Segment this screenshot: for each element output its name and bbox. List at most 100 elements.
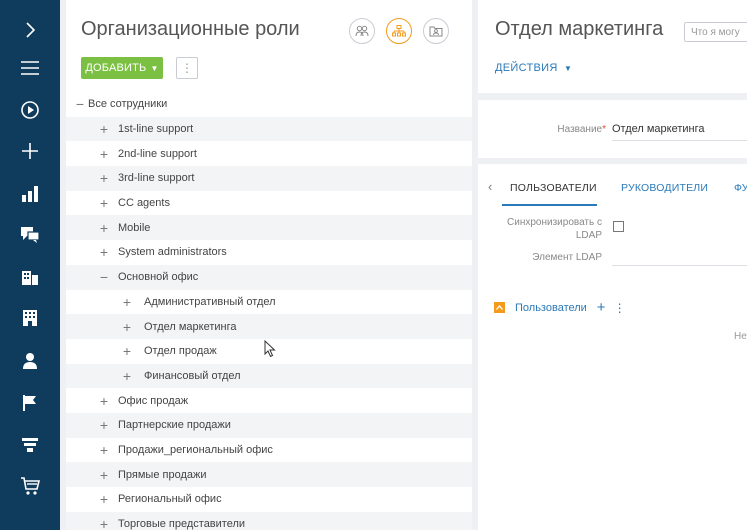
- bar-chart-icon[interactable]: [0, 174, 60, 214]
- more-options-button[interactable]: ⋮: [176, 57, 198, 79]
- actions-button[interactable]: ДЕЙСТВИЯ ▼: [495, 62, 572, 74]
- tree-row-label: Отдел продаж: [144, 345, 217, 358]
- sync-ldap-label: Синхронизировать с LDAP: [507, 217, 602, 241]
- hamburger-menu-icon[interactable]: [0, 48, 60, 88]
- tree-row-label: Все сотрудники: [88, 98, 168, 111]
- tree-row[interactable]: +2nd-line support: [66, 141, 472, 166]
- tree-row[interactable]: + Прямые продажи: [66, 462, 472, 487]
- record-title: Отдел маркетинга: [495, 18, 664, 40]
- caret-down-icon: ▼: [150, 63, 159, 73]
- tree-row[interactable]: + Офис продаж: [66, 388, 472, 413]
- collapse-icon[interactable]: −: [74, 92, 86, 116]
- view-users-button[interactable]: [349, 18, 375, 44]
- users-icon: [355, 25, 369, 37]
- tree-row[interactable]: + Административный отдел: [66, 290, 472, 315]
- expand-icon[interactable]: +: [121, 315, 133, 339]
- details-panel: Отдел маркетинга Что я могу ДЕЙСТВИЯ ▼ Н…: [478, 0, 747, 530]
- view-ldap-button[interactable]: [423, 18, 449, 44]
- tree-row[interactable]: + Отдел маркетинга: [66, 314, 472, 339]
- collapse-icon[interactable]: −: [98, 265, 110, 289]
- tab-managers[interactable]: РУКОВОДИТЕЛИ: [621, 182, 708, 194]
- tree-row-label: Основной офис: [118, 271, 199, 284]
- active-tab-indicator: [502, 204, 597, 206]
- funnel-icon[interactable]: [0, 425, 60, 465]
- tree-row[interactable]: + Mobile: [66, 215, 472, 241]
- no-data-text: Нет д: [734, 331, 747, 342]
- tree-row[interactable]: − Все сотрудники: [66, 92, 472, 117]
- details-header-card: Отдел маркетинга Что я могу ДЕЙСТВИЯ ▼: [478, 0, 747, 93]
- name-field[interactable]: Отдел маркетинга: [612, 123, 705, 135]
- expand-icon[interactable]: +: [98, 166, 110, 190]
- expand-icon[interactable]: +: [98, 389, 110, 413]
- users-more-icon[interactable]: ⋮: [614, 301, 626, 315]
- chevron-right-icon[interactable]: [0, 10, 60, 50]
- expand-icon[interactable]: +: [98, 438, 110, 462]
- tab-functional-roles[interactable]: ФУ: [734, 182, 747, 194]
- tree-row[interactable]: + Торговые представители: [66, 511, 472, 530]
- view-hierarchy-button[interactable]: [386, 18, 412, 44]
- sync-ldap-checkbox[interactable]: [613, 221, 624, 232]
- expand-icon[interactable]: +: [98, 117, 110, 141]
- tree-row[interactable]: +1st-line support: [66, 116, 472, 142]
- collapse-icon[interactable]: [494, 302, 505, 313]
- add-user-icon[interactable]: +: [597, 299, 606, 316]
- page-title: Организационные роли: [81, 18, 300, 40]
- tree-row-label: Продажи_региональный офис: [118, 443, 273, 456]
- tree-row-label: System administrators: [118, 246, 227, 259]
- tree-row-label: Партнерские продажи: [118, 419, 231, 432]
- tree-row-label: CC agents: [118, 197, 170, 210]
- tree-row[interactable]: + Финансовый отдел: [66, 363, 472, 389]
- user-icon[interactable]: [0, 341, 60, 381]
- expand-icon[interactable]: +: [98, 240, 110, 264]
- contacts-building-icon[interactable]: [0, 257, 60, 297]
- name-field-underline: [612, 140, 747, 141]
- tree-row[interactable]: +3rd-line support: [66, 166, 472, 191]
- tree-row-label: 3rd-line support: [118, 172, 195, 185]
- flag-icon[interactable]: [0, 383, 60, 423]
- plus-icon[interactable]: [0, 131, 60, 171]
- add-button[interactable]: ДОБАВИТЬ ▼: [81, 57, 163, 79]
- tree-row[interactable]: + Партнерские продажи: [66, 412, 472, 438]
- tree-row-label: Mobile: [118, 221, 151, 234]
- expand-icon[interactable]: +: [121, 290, 133, 314]
- org-roles-panel: Организационные роли ДОБАВИТЬ ▼ ⋮ − Все с…: [66, 0, 472, 530]
- org-chart-icon: [392, 25, 406, 37]
- mouse-pointer-icon: [264, 340, 276, 358]
- play-circle-icon[interactable]: [0, 90, 60, 130]
- tree-row[interactable]: + CC agents: [66, 191, 472, 216]
- shopping-cart-icon[interactable]: [0, 466, 60, 506]
- tab-users[interactable]: ПОЛЬЗОВАТЕЛИ: [510, 182, 597, 194]
- expand-icon[interactable]: +: [121, 339, 133, 363]
- tabs-scroll-left-icon[interactable]: ‹: [488, 179, 493, 194]
- tree-row[interactable]: + Региональный офис: [66, 487, 472, 512]
- tree-row-label: Торговые представители: [118, 518, 246, 530]
- expand-icon[interactable]: +: [98, 512, 110, 530]
- tabs-card: ‹ ПОЛЬЗОВАТЕЛИ РУКОВОДИТЕЛИ ФУ Синхрониз…: [478, 164, 747, 530]
- chat-bubbles-icon[interactable]: [0, 215, 60, 255]
- tree-row[interactable]: + System administrators: [66, 240, 472, 265]
- tree-row-label: Административный отдел: [144, 295, 276, 308]
- required-mark: *: [602, 124, 606, 135]
- tree-row-label: Прямые продажи: [118, 468, 207, 481]
- expand-icon[interactable]: +: [98, 463, 110, 487]
- expand-icon[interactable]: +: [98, 191, 110, 215]
- folder-user-icon: [429, 26, 443, 37]
- expand-icon[interactable]: +: [98, 216, 110, 240]
- users-detail-title[interactable]: Пользователи: [515, 302, 587, 314]
- actions-label: ДЕЙСТВИЯ: [495, 62, 558, 74]
- tree-row-label: Офис продаж: [118, 394, 189, 407]
- expand-icon[interactable]: +: [121, 364, 133, 388]
- ldap-element-field[interactable]: [612, 265, 747, 266]
- org-tree: − Все сотрудники +1st-line support +2nd-lin…: [66, 92, 472, 530]
- users-detail-header: Пользователи + ⋮: [494, 299, 626, 316]
- tree-row[interactable]: − Основной офис: [66, 264, 472, 290]
- expand-icon[interactable]: +: [98, 487, 110, 511]
- accounts-building-icon[interactable]: [0, 298, 60, 338]
- name-field-card: Название* Отдел маркетинга: [478, 100, 747, 158]
- expand-icon[interactable]: +: [98, 413, 110, 437]
- search-input[interactable]: Что я могу: [684, 22, 747, 42]
- tree-row[interactable]: + Продажи_региональный офис: [66, 438, 472, 463]
- sidebar: [0, 0, 60, 530]
- ldap-element-label: Элемент LDAP: [532, 252, 602, 263]
- expand-icon[interactable]: +: [98, 142, 110, 166]
